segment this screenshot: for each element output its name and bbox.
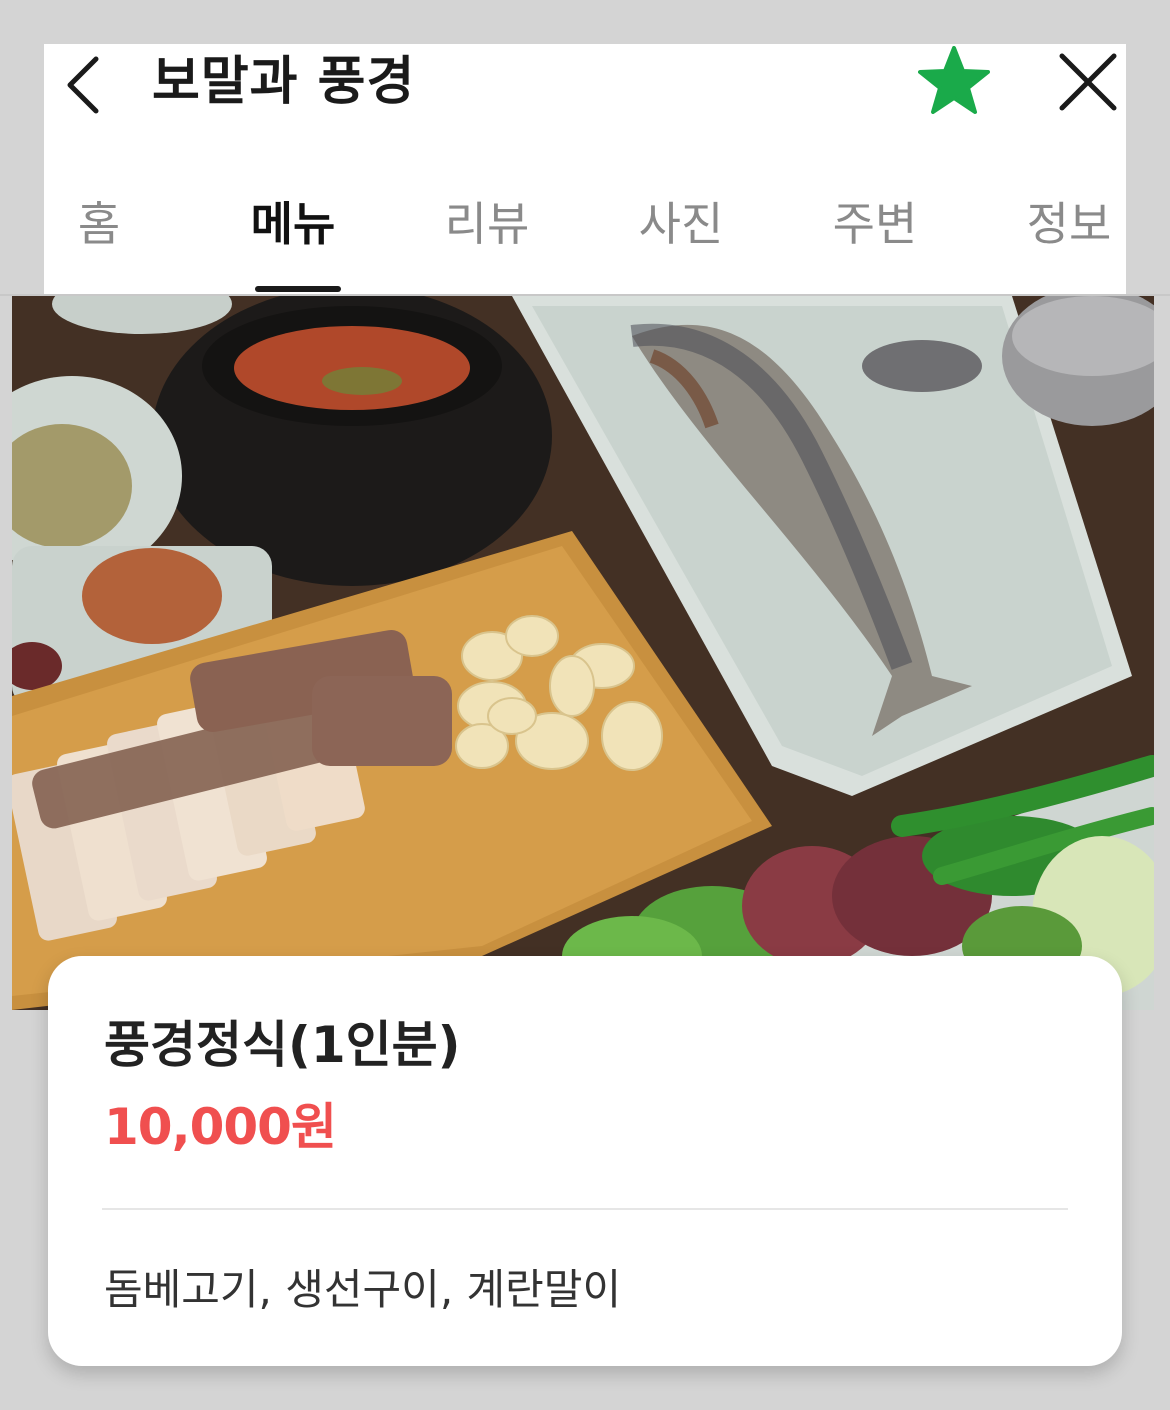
favorite-button[interactable] (916, 44, 992, 116)
tab-bar: 홈 메뉴 리뷰 사진 주변 정보 (44, 194, 1126, 296)
menu-price-unit: 원 (290, 1098, 337, 1156)
food-photo-illustration (12, 296, 1154, 1010)
star-icon (918, 46, 990, 114)
menu-detail-card: 풍경정식(1인분) 10,000원 돔베고기, 생선구이, 계란말이 (48, 956, 1122, 1366)
menu-price-value: 10,000 (104, 1098, 292, 1156)
tab-photos[interactable]: 사진 (621, 194, 741, 294)
active-tab-indicator (255, 286, 341, 292)
close-icon (1059, 53, 1117, 111)
card-divider (102, 1208, 1068, 1210)
chevron-left-icon (67, 56, 99, 114)
close-button[interactable] (1054, 48, 1122, 116)
tab-menu[interactable]: 메뉴 (233, 194, 353, 294)
menu-price: 10,000원 (104, 1092, 337, 1162)
header: 보말과 풍경 홈 메뉴 리뷰 사진 주변 정보 (44, 44, 1126, 296)
menu-photo[interactable] (12, 296, 1154, 1010)
place-title: 보말과 풍경 (152, 52, 416, 112)
tab-nearby[interactable]: 주변 (815, 194, 935, 294)
menu-description: 돔베고기, 생선구이, 계란말이 (104, 1265, 622, 1314)
tab-home[interactable]: 홈 (39, 194, 159, 294)
back-button[interactable] (54, 50, 114, 120)
menu-name: 풍경정식(1인분) (104, 1016, 461, 1074)
tab-menu-label: 메뉴 (250, 197, 336, 251)
tab-reviews[interactable]: 리뷰 (427, 194, 547, 294)
tab-info[interactable]: 정보 (1009, 194, 1129, 294)
